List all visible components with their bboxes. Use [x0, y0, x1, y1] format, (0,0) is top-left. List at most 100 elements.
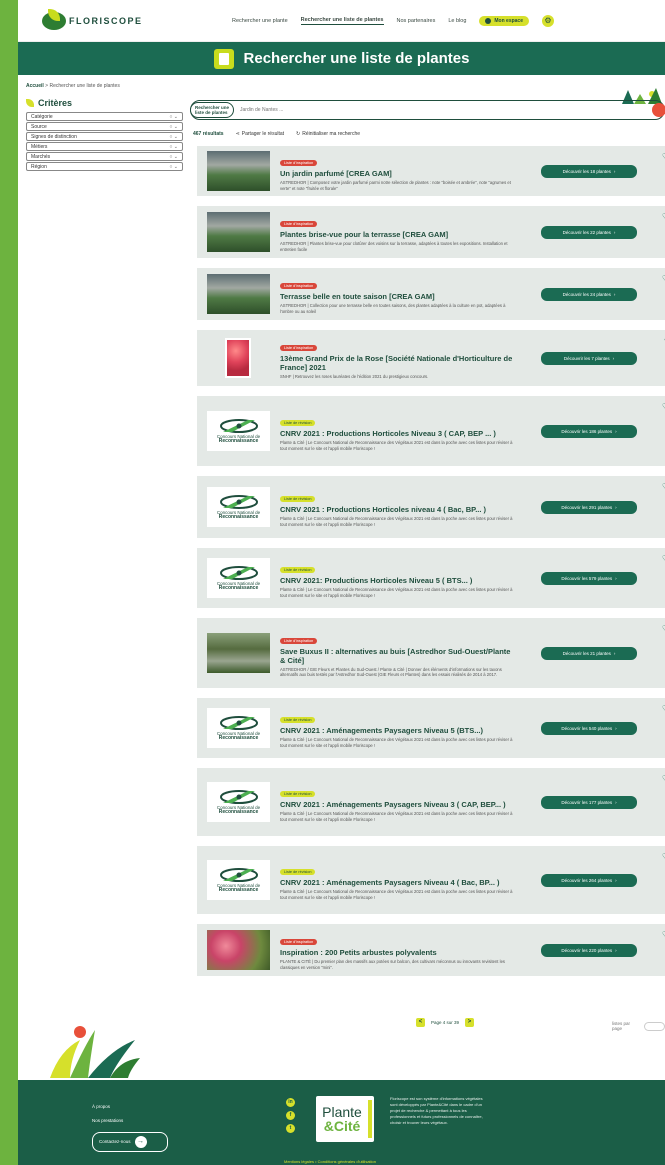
share-button[interactable]: ⋖ Partager le résultat: [236, 131, 284, 137]
result-thumbnail: [207, 930, 270, 970]
result-title[interactable]: CNRV 2021 : Aménagements Paysagers Nivea…: [280, 878, 515, 887]
result-card[interactable]: Concours National de Reconnaissance Liste …: [197, 476, 665, 538]
discover-plants-button[interactable]: Découvrir les 18 plantes ›: [541, 164, 637, 178]
criteria-filter[interactable]: Catégorie ○ ⌄: [26, 112, 183, 121]
arrow-right-icon: →: [134, 1136, 147, 1148]
result-card[interactable]: Concours National de Reconnaissance Liste …: [197, 698, 665, 758]
result-description: Plante & Cité | Le Concours National de …: [280, 440, 513, 451]
cnrv-logo-text: Concours National de Reconnaissance: [217, 805, 260, 815]
discover-plants-button[interactable]: Découvrir les 579 plantes ›: [541, 571, 637, 585]
criteria-filter[interactable]: Signes de distinction ○ ⌄: [26, 132, 183, 141]
leaf-icon: [26, 99, 34, 107]
my-space-label: Mon espace: [494, 17, 523, 24]
result-title[interactable]: Terrasse belle en toute saison [CREA GAM…: [280, 292, 515, 301]
footer-link-services[interactable]: Nos prestations: [92, 1114, 168, 1128]
result-card[interactable]: Liste d'inspiration Terrasse belle en tou…: [197, 268, 665, 320]
result-thumbnail: [225, 338, 251, 378]
discover-plants-button[interactable]: Découvrir les 540 plantes ›: [541, 721, 637, 735]
result-title[interactable]: CNRV 2021 : Productions Horticoles Nivea…: [280, 429, 515, 438]
linkedin-icon[interactable]: in: [286, 1098, 295, 1107]
next-page-button[interactable]: >: [465, 1018, 475, 1027]
cnrv-logo-thumbnail: Concours National de Reconnaissance: [207, 860, 270, 900]
chevron-right-icon: ›: [613, 168, 616, 174]
list-type-badge: Liste de révision: [280, 496, 316, 503]
search-button[interactable]: [652, 103, 665, 117]
criteria-filter[interactable]: Source ○ ⌄: [26, 122, 183, 131]
pc-logo-line1: Plante: [322, 1104, 362, 1120]
plante-cite-logo[interactable]: Plante &Cité: [316, 1096, 374, 1142]
result-title[interactable]: Un jardin parfumé [CREA GAM]: [280, 169, 515, 178]
reset-button[interactable]: ↻ Réinitialiser ma recherche: [296, 131, 360, 137]
list-type-badge: Liste d'inspiration: [280, 939, 318, 946]
floriscope-logo-icon: [42, 8, 66, 30]
nav-partners[interactable]: Nos partenaires: [397, 18, 436, 24]
per-page-select[interactable]: [643, 1021, 665, 1031]
result-card[interactable]: Liste d'inspiration Save Buxus II : alter…: [197, 618, 665, 688]
result-description: ASTREDHOR | Plantes brise-vue pour clotû…: [280, 241, 508, 252]
result-description: Plante & Cité | Le Concours National de …: [280, 516, 513, 527]
result-title[interactable]: CNRV 2021 : Productions Horticoles nivea…: [280, 505, 515, 514]
discover-label: Découvrir les 177 plantes: [561, 799, 613, 805]
discover-label: Découvrir les 220 plantes: [561, 947, 613, 953]
twitter-icon[interactable]: t: [286, 1124, 295, 1133]
footer-link-about[interactable]: À propos: [92, 1100, 168, 1114]
breadcrumb-home[interactable]: Accueil: [26, 83, 44, 89]
cnrv-logo-text: Concours National de Reconnaissance: [217, 434, 260, 444]
result-title[interactable]: CNRV 2021: Productions Horticoles Niveau…: [280, 576, 515, 585]
footer: À propos Nos prestations Contactez-nous …: [18, 1080, 665, 1165]
discover-plants-button[interactable]: Découvrir les 22 plantes ›: [541, 225, 637, 239]
share-label: Partager le résultat: [241, 131, 285, 137]
left-frame: [0, 0, 18, 1165]
discover-plants-button[interactable]: Découvrir les 186 plantes ›: [541, 424, 637, 438]
criteria-filter[interactable]: Région ○ ⌄: [26, 162, 183, 171]
chevron-right-icon: ›: [615, 504, 617, 510]
criteria-label: Source: [31, 123, 47, 130]
share-icon: ⋖: [235, 131, 240, 137]
chevron-down-icon: ○ ⌄: [169, 123, 178, 130]
cnrv-logo-text: Concours National de Reconnaissance: [217, 581, 260, 591]
result-title[interactable]: CNRV 2021 : Aménagements Paysagers Nivea…: [280, 800, 515, 809]
contact-button[interactable]: Contactez-nous →: [92, 1132, 168, 1152]
result-card[interactable]: Concours National de Reconnaissance Liste …: [197, 548, 665, 608]
result-title[interactable]: 13ème Grand Prix de la Rose [Société Nat…: [280, 354, 515, 372]
nav-search-plant[interactable]: Rechercher une plante: [232, 18, 288, 24]
discover-plants-button[interactable]: Découvrir les 264 plantes ›: [541, 873, 637, 887]
discover-plants-button[interactable]: Découvrir les 291 plantes ›: [541, 500, 637, 514]
discover-plants-button[interactable]: Découvrir les 177 plantes ›: [541, 795, 637, 809]
discover-plants-button[interactable]: Découvrir les 7 plantes ›: [541, 351, 637, 365]
discover-label: Découvrir les 24 plantes: [562, 291, 611, 297]
nav-search-list[interactable]: Rechercher une liste de plantes: [300, 17, 384, 25]
prev-page-button[interactable]: <: [416, 1018, 425, 1027]
logo-text: FLORISCOPE: [69, 15, 143, 26]
result-title[interactable]: Inspiration : 200 Petits arbustes polyva…: [280, 948, 515, 957]
criteria-filter[interactable]: Métiers ○ ⌄: [26, 142, 183, 151]
cnrv-logo-line2: Reconnaissance: [218, 438, 259, 444]
search-type-tag[interactable]: Rechercher une liste de plantes: [190, 102, 234, 118]
result-card[interactable]: Concours National de Reconnaissance Liste …: [197, 396, 665, 466]
discover-label: Découvrir les 264 plantes: [561, 877, 613, 883]
result-title[interactable]: Save Buxus II : alternatives au buis [As…: [280, 647, 515, 665]
result-title[interactable]: CNRV 2021 : Aménagements Paysagers Nivea…: [280, 726, 515, 735]
criteria-filter[interactable]: Marchés ○ ⌄: [26, 152, 183, 161]
my-space-button[interactable]: Mon espace: [479, 15, 529, 26]
discover-plants-button[interactable]: Découvrir les 21 plantes ›: [541, 646, 637, 660]
settings-icon[interactable]: ⚙: [542, 14, 554, 27]
cnrv-eye-icon: [218, 715, 260, 731]
discover-plants-button[interactable]: Découvrir les 220 plantes ›: [541, 943, 637, 957]
list-type-badge: Liste de révision: [280, 869, 316, 876]
facebook-icon[interactable]: f: [286, 1111, 295, 1120]
legal-links[interactable]: Mentions légales • Conditions générales …: [284, 1159, 376, 1164]
discover-plants-button[interactable]: Découvrir les 24 plantes ›: [541, 287, 637, 301]
result-card[interactable]: Liste d'inspiration Un jardin parfumé [CR…: [197, 146, 665, 196]
result-card[interactable]: Liste d'inspiration 13ème Grand Prix de l…: [197, 330, 665, 386]
result-card[interactable]: Concours National de Reconnaissance Liste …: [197, 846, 665, 914]
result-title[interactable]: Plantes brise-vue pour la terrasse [CREA…: [280, 230, 515, 239]
cnrv-eye-icon: [218, 789, 260, 805]
nav-blog[interactable]: Le blog: [448, 18, 466, 24]
per-page-label: listes par page: [612, 1021, 631, 1031]
result-card[interactable]: Liste d'inspiration Plantes brise-vue pou…: [197, 206, 665, 258]
logo[interactable]: FLORISCOPE: [42, 8, 232, 30]
result-card[interactable]: Liste d'inspiration Inspiration : 200 Pet…: [197, 924, 665, 976]
result-card[interactable]: Concours National de Reconnaissance Liste …: [197, 768, 665, 836]
search-input[interactable]: [240, 107, 652, 113]
